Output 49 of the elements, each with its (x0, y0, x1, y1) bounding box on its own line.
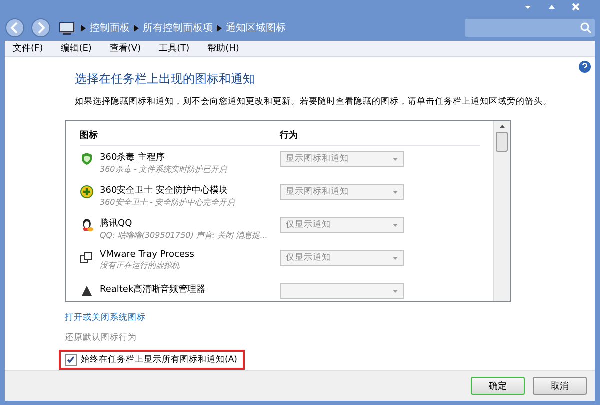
column-header: 行为 (280, 129, 299, 142)
caret-icon (393, 224, 398, 226)
breadcrumb-item[interactable]: 控制面板 (90, 21, 130, 36)
chevron-icon (134, 24, 139, 32)
scrollbar[interactable] (493, 121, 510, 301)
app-status: 没有正在运行的虚拟机 (100, 260, 181, 271)
app-name: 360杀毒 主程序 (100, 152, 166, 164)
scroll-thumb[interactable] (496, 132, 508, 152)
page-heading: 选择在任务栏上出现的图标和通知 (75, 71, 256, 88)
overlapping-squares-icon (80, 251, 94, 265)
restore-defaults-link[interactable]: 还原默认图标行为 (65, 332, 137, 344)
help-icon[interactable] (579, 61, 591, 73)
search-icon (580, 22, 592, 34)
menu-item[interactable]: 帮助(H) (208, 42, 240, 55)
chevron-icon (81, 24, 86, 32)
system-icons-link[interactable]: 打开或关闭系统图标 (65, 312, 146, 324)
forward-icon[interactable] (31, 18, 51, 38)
penguin-icon (80, 218, 94, 232)
always-show-checkbox[interactable] (65, 354, 77, 366)
menu-item[interactable]: 编辑(E) (61, 42, 92, 55)
caret-icon (393, 256, 398, 260)
triangle-icon (80, 284, 94, 298)
app-status: 360杀毒 - 文件系统实时防护已开启 (100, 164, 228, 175)
menu-item[interactable]: 工具(T) (159, 42, 190, 55)
app-name: Realtek高清晰音频管理器 (100, 284, 206, 296)
close-icon[interactable] (571, 2, 581, 12)
menu-item[interactable]: 文件(F) (13, 42, 44, 55)
app-name: VMware Tray Process (100, 250, 194, 260)
breadcrumb-item[interactable]: 所有控制面板项 (143, 21, 213, 36)
description-text: 如果选择隐藏图标和通知，则不会向您通知更改和更新。若要随时查看隐藏的图标，请单击任务栏上通知区域旁的箭头。 (75, 96, 553, 108)
app-name: 腾讯QQ (100, 218, 134, 230)
caret-icon (393, 190, 398, 194)
app-status: 360安全卫士 - 安全防护中心完全开启 (100, 197, 236, 208)
plus-circle-icon (80, 185, 94, 199)
cancel-button[interactable]: 取消 (533, 377, 587, 395)
up-arrow-icon[interactable] (500, 125, 504, 128)
shield-icon (80, 152, 94, 166)
checkbox-label[interactable]: 始终在任务栏上显示所有图标和通知(A) (81, 354, 238, 366)
back-icon[interactable] (5, 18, 25, 38)
breadcrumb-item[interactable]: 通知区域图标 (226, 21, 286, 36)
menu-item[interactable]: 查看(V) (110, 42, 142, 55)
chevron-icon (217, 24, 222, 32)
column-header: 图标 (80, 130, 99, 142)
app-name: 360安全卫士 安全防护中心模块 (100, 184, 230, 197)
search-field[interactable] (465, 19, 595, 38)
app-status: QQ: 咕噜噜(309501750) 声音: 关闭 消息提... (100, 230, 268, 241)
ok-button[interactable]: 确定 (471, 377, 525, 395)
caret-icon (393, 290, 398, 292)
caret-icon (393, 158, 398, 160)
